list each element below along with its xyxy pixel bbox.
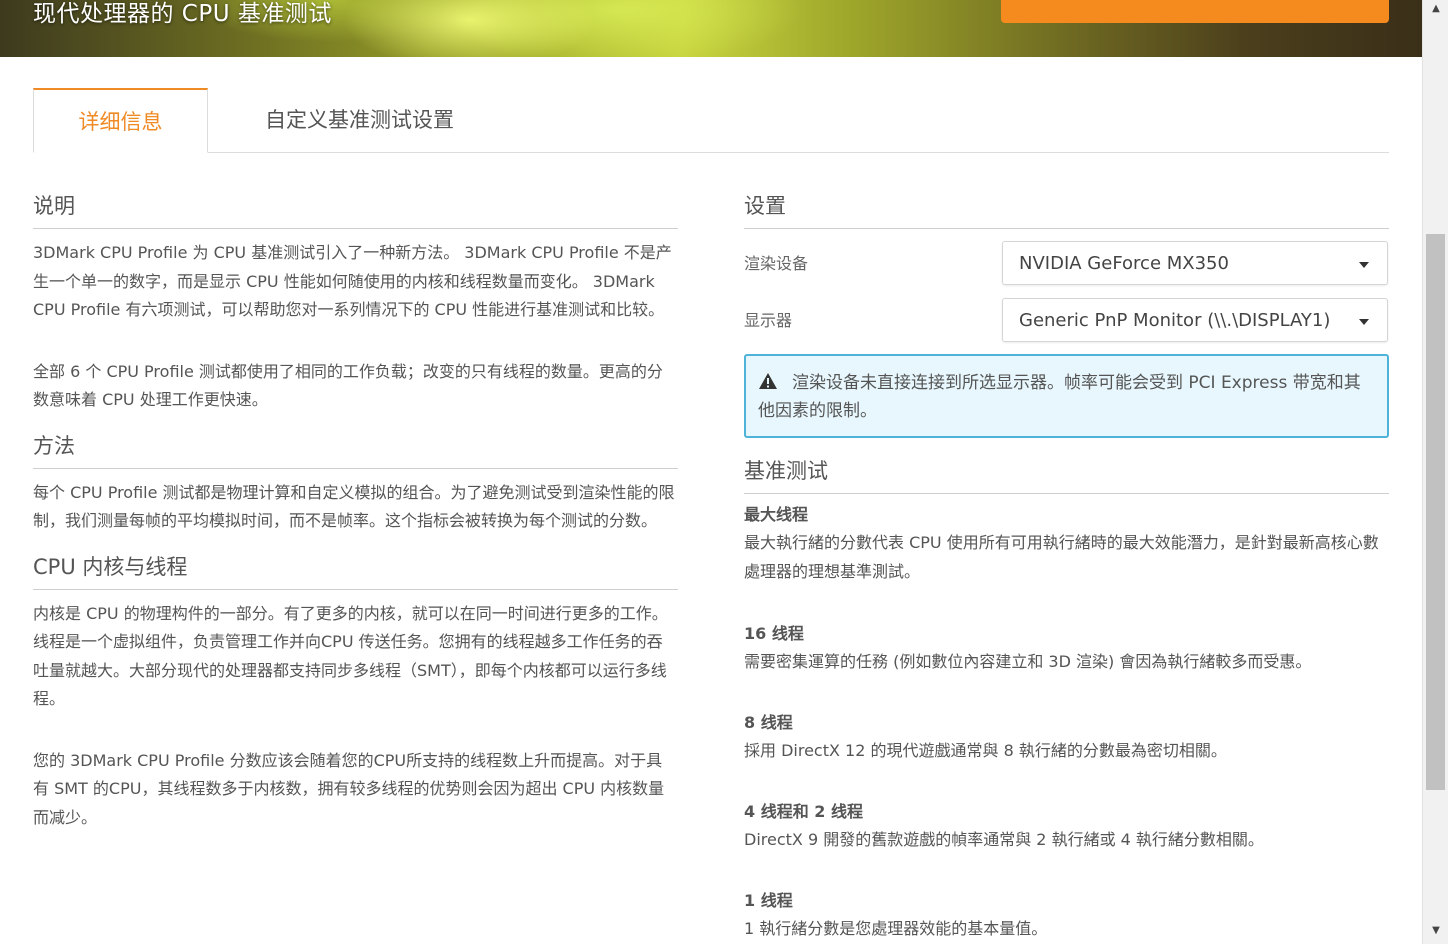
run-button[interactable] xyxy=(1001,0,1389,23)
scroll-up-icon[interactable]: ▲ xyxy=(1423,0,1448,18)
monitor-select[interactable]: Generic PnP Monitor (\\.\DISPLAY1) xyxy=(1002,298,1388,342)
benchmark-title: 最大线程 xyxy=(744,505,809,524)
warning-text-wrapper: 渲染设备未直接连接到所选显示器。帧率可能会受到 PCI Express 带宽和其… xyxy=(758,369,1375,425)
tab-custom-settings[interactable]: 自定义基准测试设置 xyxy=(265,88,525,152)
render-device-value: NVIDIA GeForce MX350 xyxy=(1019,253,1229,274)
render-device-label: 渲染设备 xyxy=(744,254,809,273)
render-device-select[interactable]: NVIDIA GeForce MX350 xyxy=(1002,241,1388,285)
cores-threads-heading: CPU 内核与线程 xyxy=(33,551,678,590)
benchmark-description: 需要密集運算的任務 (例如數位內容建立和 3D 渲染) 會因為執行緒較多而受惠。 xyxy=(744,652,1312,671)
settings-heading: 设置 xyxy=(744,190,1389,229)
cores-paragraph-2: 您的 3DMark CPU Profile 分数应该会随着您的CPU所支持的线程… xyxy=(33,750,665,827)
method-heading: 方法 xyxy=(33,430,678,469)
description-paragraph-2: 全部 6 个 CPU Profile 测试都使用了相同的工作负载；改变的只有线程… xyxy=(33,361,663,410)
scroll-down-icon[interactable]: ▼ xyxy=(1423,922,1448,940)
benchmark-description: 最大執行緒的分數代表 CPU 使用所有可用執行緒時的最大效能潛力，是針對最新高核… xyxy=(744,533,1379,581)
benchmark-title: 8 线程 xyxy=(744,713,793,732)
description-paragraph-1: 3DMark CPU Profile 为 CPU 基准测试引入了一种新方法。 3… xyxy=(33,243,672,319)
warning-text: 渲染设备未直接连接到所选显示器。帧率可能会受到 PCI Express 带宽和其… xyxy=(758,373,1361,421)
warning-icon xyxy=(759,373,777,389)
monitor-label: 显示器 xyxy=(744,311,793,330)
benchmark-title: 1 线程 xyxy=(744,891,793,910)
benchmark-item-4-2-threads: 4 线程和 2 线程 DirectX 9 開發的舊款遊戲的幀率通常與 2 執行緒… xyxy=(744,798,1389,855)
benchmark-item-1-thread: 1 线程 1 執行緒分數是您處理器效能的基本量值。 xyxy=(744,887,1389,944)
cores-paragraph-1: 内核是 CPU 的物理构件的一部分。有了更多的内核，就可以在同一时间进行更多的工… xyxy=(33,603,668,709)
description-heading: 说明 xyxy=(33,190,678,229)
method-paragraph: 每个 CPU Profile 测试都是物理计算和自定义模拟的组合。为了避免测试受… xyxy=(33,482,675,531)
benchmark-item-max-threads: 最大线程 最大執行緒的分數代表 CPU 使用所有可用執行緒時的最大效能潛力，是針… xyxy=(744,501,1389,586)
tab-details[interactable]: 详细信息 xyxy=(33,88,208,153)
right-column: 设置 渲染设备 NVIDIA GeForce MX350 显示器 Generic… xyxy=(744,190,1389,938)
benchmark-item-8-threads: 8 线程 採用 DirectX 12 的現代遊戲通常與 8 執行緒的分數最為密切… xyxy=(744,709,1389,766)
benchmark-description: 採用 DirectX 12 的現代遊戲通常與 8 執行緒的分數最為密切相關。 xyxy=(744,741,1227,760)
benchmark-description: 1 執行緒分數是您處理器效能的基本量值。 xyxy=(744,919,1048,938)
left-column: 说明 3DMark CPU Profile 为 CPU 基准测试引入了一种新方法… xyxy=(33,190,678,832)
header-banner: 现代处理器的 CPU 基准测试 xyxy=(0,0,1422,57)
tab-bar: 详细信息 自定义基准测试设置 xyxy=(33,88,1389,153)
page-title: 现代处理器的 CPU 基准测试 xyxy=(33,1,332,27)
scroll-thumb[interactable] xyxy=(1426,234,1445,790)
benchmark-title: 4 线程和 2 线程 xyxy=(744,802,863,821)
chevron-down-icon xyxy=(1359,262,1369,268)
benchmark-item-16-threads: 16 线程 需要密集運算的任務 (例如數位內容建立和 3D 渲染) 會因為執行緒… xyxy=(744,620,1389,677)
monitor-row: 显示器 Generic PnP Monitor (\\.\DISPLAY1) xyxy=(744,298,1389,342)
vertical-scrollbar[interactable]: ▲ ▼ xyxy=(1422,0,1448,944)
render-device-row: 渲染设备 NVIDIA GeForce MX350 xyxy=(744,241,1389,285)
benchmark-title: 16 线程 xyxy=(744,624,804,643)
benchmark-description: DirectX 9 開發的舊款遊戲的幀率通常與 2 執行緒或 4 執行緒分數相關… xyxy=(744,830,1264,849)
benchmarks-heading: 基准测试 xyxy=(744,455,1389,494)
chevron-down-icon xyxy=(1359,319,1369,325)
monitor-value: Generic PnP Monitor (\\.\DISPLAY1) xyxy=(1019,310,1331,331)
warning-alert: 渲染设备未直接连接到所选显示器。帧率可能会受到 PCI Express 带宽和其… xyxy=(744,354,1389,438)
